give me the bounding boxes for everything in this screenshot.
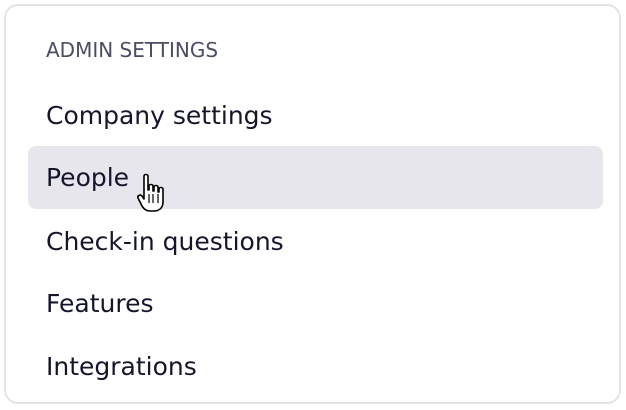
menu-item-integrations[interactable]: Integrations	[28, 335, 603, 398]
menu-item-label: Check-in questions	[46, 227, 284, 256]
menu-item-label: Features	[46, 289, 154, 318]
menu-item-check-in-questions[interactable]: Check-in questions	[28, 210, 603, 273]
menu-item-features[interactable]: Features	[28, 272, 603, 335]
admin-settings-panel: ADMIN SETTINGS Company settings People C…	[4, 4, 621, 404]
menu-item-label: Integrations	[46, 352, 197, 381]
admin-settings-heading: ADMIN SETTINGS	[46, 38, 219, 62]
menu-item-people[interactable]: People	[28, 146, 603, 209]
menu-item-label: Company settings	[46, 101, 273, 130]
menu-item-label: People	[46, 163, 130, 192]
menu-item-company-settings[interactable]: Company settings	[28, 84, 603, 147]
